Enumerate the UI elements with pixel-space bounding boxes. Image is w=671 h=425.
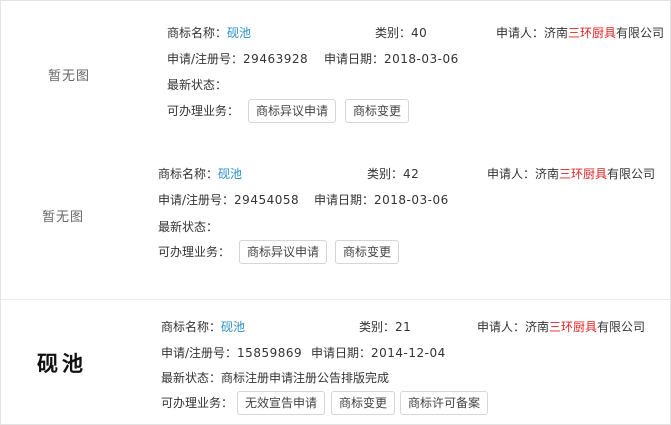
trademark-change-button[interactable]: 商标变更 [331, 391, 396, 415]
trademark-logo-image: 砚池 [37, 351, 87, 376]
category-value: 40 [411, 26, 428, 40]
applicant-field: 申请人：济南三环厨具有限公司 [487, 166, 655, 182]
trademark-name-label: 商标名称： [161, 320, 222, 334]
category-label: 类别： [375, 26, 412, 40]
applicant-name-suffix: 有限公司 [616, 26, 665, 40]
apply-date-value: 2018-03-06 [384, 52, 459, 66]
reg-no-label: 申请/注册号： [161, 346, 238, 360]
applicant-label: 申请人： [477, 320, 526, 334]
trademark-name-field: 商标名称：砚池 [161, 319, 245, 335]
status-field: 最新状态： [167, 77, 227, 93]
category-value: 42 [403, 167, 420, 181]
trademark-record-3: 砚池 商标名称：砚池 类别：21 申请人：济南三环厨具有限公司 申请/注册号：1… [1, 299, 670, 424]
business-label: 可办理业务： [158, 245, 231, 259]
trademark-change-button[interactable]: 商标变更 [335, 240, 400, 264]
applicant-field: 申请人：济南三环厨具有限公司 [496, 25, 664, 41]
category-field: 类别：21 [359, 319, 411, 335]
category-label: 类别： [367, 167, 404, 181]
reg-no-label: 申请/注册号： [167, 52, 244, 66]
apply-date-label: 申请日期： [311, 346, 372, 360]
apply-date-value: 2014-12-04 [371, 346, 446, 360]
applicant-label: 申请人： [496, 26, 545, 40]
business-label: 可办理业务： [161, 396, 234, 410]
business-label: 可办理业务： [167, 104, 240, 118]
reg-no-value: 29454058 [234, 193, 300, 207]
apply-date-label: 申请日期： [314, 193, 375, 207]
category-field: 类别：40 [375, 25, 427, 41]
trademark-name-label: 商标名称： [167, 26, 228, 40]
apply-date-field: 申请日期：2018-03-06 [314, 192, 449, 208]
reg-no-field: 申请/注册号：29463928 [167, 51, 308, 67]
trademark-image-placeholder: 暂无图 [42, 210, 85, 225]
reg-no-field: 申请/注册号：29454058 [158, 192, 299, 208]
category-label: 类别： [359, 320, 396, 334]
apply-date-value: 2018-03-06 [374, 193, 449, 207]
reg-no-field: 申请/注册号：15859869 [161, 345, 302, 361]
reg-no-label: 申请/注册号： [158, 193, 235, 207]
trademark-name-field: 商标名称：砚池 [158, 166, 242, 182]
applicant-name-highlight: 三环厨具 [568, 26, 617, 40]
trademark-name-link[interactable]: 砚池 [221, 320, 245, 334]
applicant-name-highlight: 三环厨具 [559, 167, 608, 181]
license-filing-button[interactable]: 商标许可备案 [400, 391, 489, 415]
reg-no-value: 15859869 [237, 346, 303, 360]
opposition-application-button[interactable]: 商标异议申请 [248, 99, 337, 123]
trademark-record-1: 暂无图 商标名称：砚池 类别：40 申请人：济南三环厨具有限公司 申请/注册号：… [1, 1, 670, 149]
status-field: 最新状态： [158, 219, 218, 235]
status-label: 最新状态： [158, 220, 219, 234]
trademark-name-field: 商标名称：砚池 [167, 25, 251, 41]
applicant-name-prefix: 济南 [525, 320, 550, 334]
trademark-results-list: 暂无图 商标名称：砚池 类别：40 申请人：济南三环厨具有限公司 申请/注册号：… [0, 0, 671, 425]
applicant-name-prefix: 济南 [544, 26, 569, 40]
trademark-name-link[interactable]: 砚池 [218, 167, 242, 181]
invalidation-application-button[interactable]: 无效宣告申请 [237, 391, 326, 415]
applicant-label: 申请人： [487, 167, 536, 181]
applicant-field: 申请人：济南三环厨具有限公司 [477, 319, 645, 335]
status-label: 最新状态： [167, 78, 228, 92]
trademark-record-2: 暂无图 商标名称：砚池 类别：42 申请人：济南三环厨具有限公司 申请/注册号：… [1, 149, 670, 299]
trademark-image-placeholder: 暂无图 [48, 69, 91, 84]
trademark-change-button[interactable]: 商标变更 [345, 99, 410, 123]
applicant-name-suffix: 有限公司 [597, 320, 646, 334]
category-field: 类别：42 [367, 166, 419, 182]
reg-no-value: 29463928 [243, 52, 309, 66]
opposition-application-button[interactable]: 商标异议申请 [239, 240, 328, 264]
apply-date-field: 申请日期：2018-03-06 [324, 51, 459, 67]
applicant-name-prefix: 济南 [535, 167, 560, 181]
applicant-name-suffix: 有限公司 [607, 167, 656, 181]
category-value: 21 [395, 320, 412, 334]
apply-date-field: 申请日期：2014-12-04 [311, 345, 446, 361]
status-field: 最新状态：商标注册申请注册公告排版完成 [161, 370, 389, 386]
trademark-name-label: 商标名称： [158, 167, 219, 181]
trademark-name-link[interactable]: 砚池 [227, 26, 251, 40]
applicant-name-highlight: 三环厨具 [549, 320, 598, 334]
apply-date-label: 申请日期： [324, 52, 385, 66]
status-label: 最新状态： [161, 371, 222, 385]
status-value: 商标注册申请注册公告排版完成 [221, 371, 390, 385]
